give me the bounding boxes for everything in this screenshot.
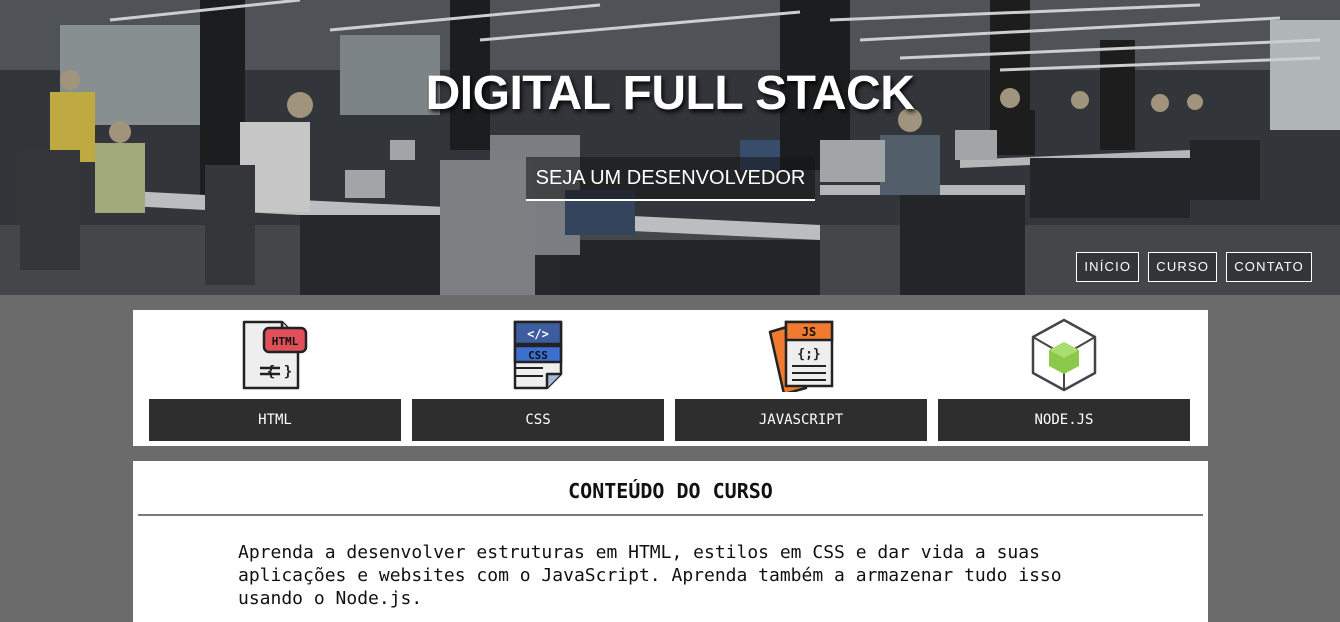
svg-text:}: } [284, 364, 292, 380]
course-description-line: usando o Node.js. [238, 588, 423, 609]
nodejs-hexagon-icon [1031, 318, 1097, 392]
tech-card-html: HTML { } HTML [149, 310, 401, 446]
hero-background-image [0, 0, 1340, 295]
course-description-line: Aprenda a desenvolver estruturas em HTML… [238, 542, 1040, 563]
nodejs-button[interactable]: NODE.JS [938, 399, 1190, 441]
css-button[interactable]: CSS [412, 399, 664, 441]
css-file-icon: </> CSS [513, 320, 563, 390]
site-title: DIGITAL FULL STACK [425, 67, 915, 120]
tech-card-css: </> CSS CSS [412, 310, 664, 446]
course-description: Aprenda a desenvolver estruturas em HTML… [238, 541, 1098, 610]
divider [138, 514, 1203, 516]
nav-link-contato[interactable]: CONTATO [1226, 252, 1312, 282]
svg-text:</>: </> [527, 327, 549, 341]
svg-text:JS: JS [802, 325, 816, 339]
course-content-title: CONTEÚDO DO CURSO [568, 479, 773, 503]
tech-card-nodejs: NODE.JS [938, 310, 1190, 446]
course-description-line: aplicações e websites com o JavaScript. … [238, 565, 1062, 586]
hero-banner: DIGITAL FULL STACK SEJA UM DESENVOLVEDOR… [0, 0, 1340, 295]
js-file-icon: JS {;} [768, 320, 834, 392]
nav-link-inicio[interactable]: INÍCIO [1076, 252, 1140, 282]
svg-text:CSS: CSS [528, 349, 548, 362]
nav-link-curso[interactable]: CURSO [1148, 252, 1218, 282]
javascript-button[interactable]: JAVASCRIPT [675, 399, 927, 441]
html-file-icon: HTML { } [242, 320, 308, 390]
svg-text:HTML: HTML [272, 335, 299, 348]
tech-card-javascript: JS {;} JAVASCRIPT [675, 310, 927, 446]
technologies-panel: HTML { } HTML </> CSS CSS JS {;} JAVASCR… [133, 310, 1208, 446]
svg-text:{: { [267, 364, 275, 380]
html-button[interactable]: HTML [149, 399, 401, 441]
svg-text:{;}: {;} [797, 347, 820, 362]
main-nav: INÍCIO CURSO CONTATO [1076, 252, 1312, 282]
course-content-panel: CONTEÚDO DO CURSO Aprenda a desenvolver … [133, 461, 1208, 622]
become-developer-button[interactable]: SEJA UM DESENVOLVEDOR [526, 157, 815, 201]
